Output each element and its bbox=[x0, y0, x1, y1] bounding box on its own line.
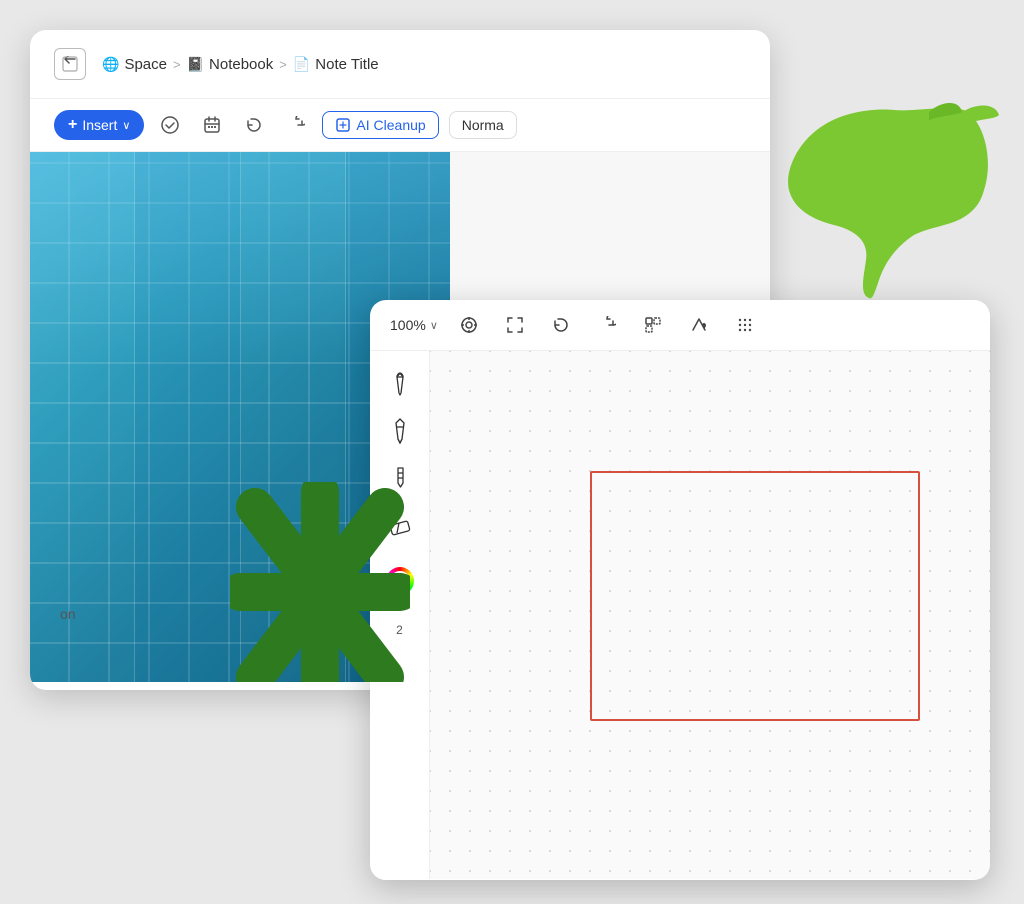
ai-cleanup-label: AI Cleanup bbox=[356, 117, 425, 133]
grid-button[interactable] bbox=[730, 310, 760, 340]
fill-button[interactable] bbox=[684, 310, 714, 340]
drawing-card: 100% ∨ bbox=[370, 300, 990, 880]
content-text: on bbox=[60, 606, 76, 622]
target-button[interactable] bbox=[454, 310, 484, 340]
zoom-control[interactable]: 100% ∨ bbox=[390, 317, 438, 333]
draw-redo-button[interactable] bbox=[592, 310, 622, 340]
drawing-toolbar: 100% ∨ bbox=[370, 300, 990, 351]
note-toolbar: + Insert ∨ bbox=[30, 99, 770, 152]
undo-button[interactable] bbox=[238, 109, 270, 141]
fullscreen-button[interactable] bbox=[500, 310, 530, 340]
breadcrumb-sep-2: > bbox=[279, 57, 287, 72]
breadcrumb-notebook[interactable]: 📓 Notebook bbox=[187, 56, 274, 73]
marker-tool[interactable] bbox=[380, 411, 420, 451]
insert-button[interactable]: + Insert ∨ bbox=[54, 110, 144, 140]
note-header: 🌐 Space > 📓 Notebook > 📄 Note Title bbox=[30, 30, 770, 99]
redo-button[interactable] bbox=[280, 109, 312, 141]
zoom-chevron-icon: ∨ bbox=[430, 319, 438, 332]
breadcrumb: 🌐 Space > 📓 Notebook > 📄 Note Title bbox=[102, 56, 379, 73]
nav-back-icon[interactable] bbox=[54, 48, 86, 80]
zoom-level: 100% bbox=[390, 317, 426, 333]
draw-undo-button[interactable] bbox=[546, 310, 576, 340]
green-fox-shape bbox=[784, 100, 1004, 300]
text-style-dropdown[interactable]: Norma bbox=[449, 111, 517, 139]
calendar-button[interactable] bbox=[196, 109, 228, 141]
normal-label: Norma bbox=[462, 117, 504, 133]
green-asterisk-shape bbox=[230, 482, 410, 682]
space-label: Space bbox=[124, 56, 167, 73]
drawn-rectangle bbox=[590, 471, 920, 721]
object-select-button[interactable] bbox=[638, 310, 668, 340]
note-title-label: Note Title bbox=[315, 56, 378, 73]
check-button[interactable] bbox=[154, 109, 186, 141]
notebook-label: Notebook bbox=[209, 56, 273, 73]
breadcrumb-sep-1: > bbox=[173, 57, 181, 72]
plus-icon: + bbox=[68, 116, 77, 134]
insert-label: Insert bbox=[82, 117, 117, 133]
insert-chevron-icon: ∨ bbox=[122, 119, 130, 132]
ai-cleanup-button[interactable]: AI Cleanup bbox=[322, 111, 438, 139]
breadcrumb-note[interactable]: 📄 Note Title bbox=[293, 56, 379, 73]
breadcrumb-space[interactable]: 🌐 Space bbox=[102, 56, 167, 73]
ai-icon bbox=[335, 117, 351, 133]
pen-tool[interactable] bbox=[380, 363, 420, 403]
drawing-area: 2 bbox=[370, 351, 990, 879]
dot-canvas[interactable] bbox=[430, 351, 990, 879]
